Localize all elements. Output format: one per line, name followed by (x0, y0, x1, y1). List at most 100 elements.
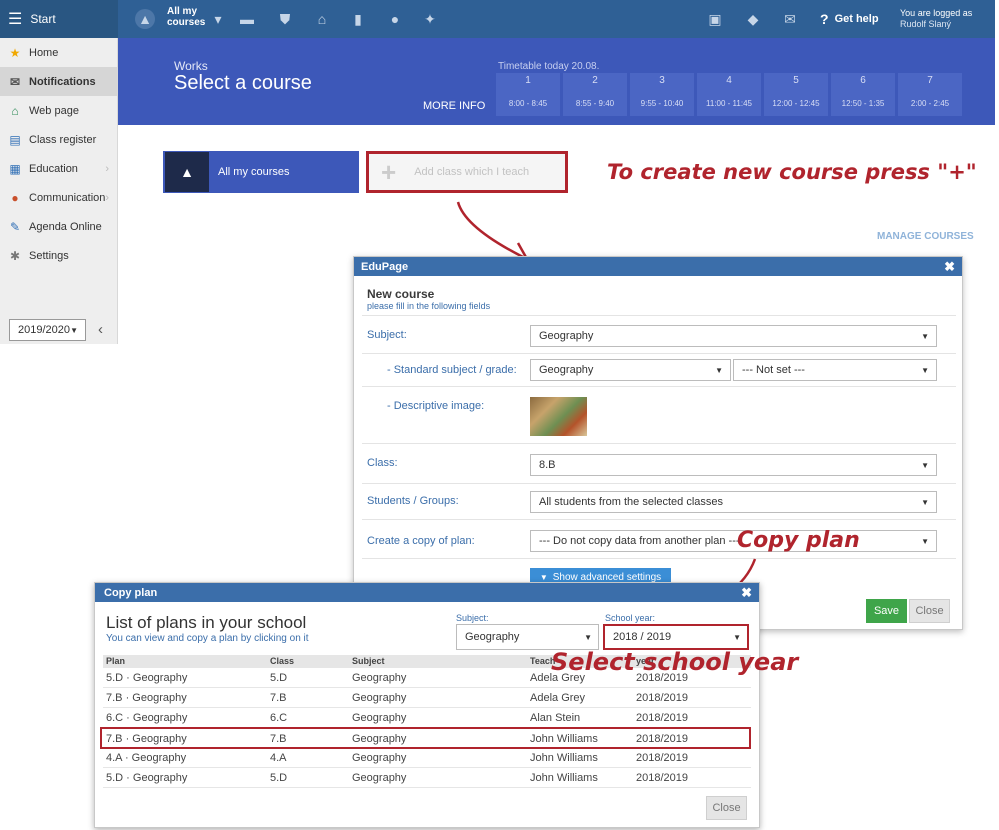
plans-subtitle: You can view and copy a plan by clicking… (106, 633, 309, 644)
close-button[interactable]: Close (909, 599, 950, 623)
grade-select[interactable]: --- Not set --- ▼ (733, 359, 937, 381)
period-time: 2:00 - 2:45 (910, 99, 950, 108)
hiking-icon[interactable]: ✦ (420, 9, 440, 29)
grade-value: --- Not set --- (742, 364, 805, 376)
students-select[interactable]: All students from the selected classes ▼ (530, 491, 937, 513)
school-icon: ▦ (9, 161, 21, 176)
descriptive-image[interactable] (530, 397, 587, 436)
start-menu-button[interactable]: ☰ Start (0, 0, 118, 38)
timetable-period[interactable]: 3 9:55 - 10:40 (630, 73, 694, 116)
timetable-period[interactable]: 1 8:00 - 8:45 (496, 73, 560, 116)
table-row[interactable]: 6.C · Geography 6.C Geography Alan Stein… (103, 708, 751, 728)
period-time: 8:00 - 8:45 (508, 99, 548, 108)
sidebar-item-label: Web page (29, 104, 79, 117)
students-value: All students from the selected classes (539, 496, 724, 508)
annotation-select-school-year: Select school year (551, 648, 799, 676)
plan-cell: 7.B · Geography (106, 692, 187, 704)
manage-courses-link[interactable]: MANAGE COURSES (877, 231, 974, 242)
timetable-period[interactable]: 4 11:00 - 11:45 (697, 73, 761, 116)
copy-plan-label: Create a copy of plan: (367, 535, 475, 547)
teacher-cell: Alan Stein (530, 712, 581, 724)
sidebar-item-class-register[interactable]: ▤ Class register (0, 125, 117, 154)
school-year-filter-select[interactable]: 2018 / 2019 ▼ (603, 624, 749, 650)
hamburger-icon: ☰ (8, 11, 23, 28)
graduation-cap-icon[interactable]: ▲ (135, 9, 155, 29)
divider (362, 443, 956, 444)
plan-cell: 7.B · Geography (106, 733, 187, 745)
teacher-cell: John Williams (530, 772, 598, 784)
divider (362, 519, 956, 520)
subject-cell: Geography (352, 733, 407, 745)
class-select[interactable]: 8.B ▼ (530, 454, 937, 476)
chevron-down-icon[interactable]: ▾ (208, 9, 228, 29)
caret-down-icon: ▼ (921, 331, 929, 341)
dialog-title: Copy plan (104, 586, 158, 599)
caret-down-icon: ▼ (584, 632, 592, 642)
page-header: Works Select a course MORE INFO Timetabl… (118, 38, 995, 125)
year-value: 2019/2020 (18, 324, 70, 336)
period-number: 4 (726, 75, 732, 86)
period-number: 3 (659, 75, 665, 86)
mail-icon[interactable]: ✉ (780, 9, 800, 29)
period-time: 12:00 - 12:45 (772, 99, 820, 108)
institution-icon[interactable]: ⌂ (312, 9, 332, 29)
book-icon: ▤ (9, 132, 21, 147)
table-row[interactable]: 5.D · Geography 5.D Geography John Willi… (103, 768, 751, 788)
chevron-right-icon: › (105, 191, 109, 204)
period-number: 7 (927, 75, 933, 86)
standard-subject-select[interactable]: Geography ▼ (530, 359, 731, 381)
timetable-period[interactable]: 6 12:50 - 1:35 (831, 73, 895, 116)
period-time: 8:55 - 9:40 (575, 99, 615, 108)
all-my-courses-tile[interactable]: ▲ All my courses (163, 151, 359, 193)
year-cell: 2018/2019 (636, 692, 688, 704)
start-label: Start (30, 12, 56, 26)
graduation-cap-icon: ▲ (165, 152, 209, 192)
more-info-link[interactable]: MORE INFO (423, 100, 485, 112)
timetable-period[interactable]: 7 2:00 - 2:45 (898, 73, 962, 116)
year-cell: 2018/2019 (636, 752, 688, 764)
sidebar-item-settings[interactable]: ✱ Settings (0, 241, 117, 270)
screen-icon[interactable]: ▣ (705, 9, 725, 29)
add-class-tile[interactable]: + Add class which I teach (366, 151, 568, 193)
subject-filter-select[interactable]: Geography ▼ (456, 624, 599, 650)
shield-icon[interactable]: ⛊ (275, 9, 295, 29)
table-row[interactable]: 4.A · Geography 4.A Geography John Willi… (103, 748, 751, 768)
table-row[interactable]: 7.B · Geography 7.B Geography Adela Grey… (103, 688, 751, 708)
period-time: 9:55 - 10:40 (640, 99, 684, 108)
briefcase-icon[interactable]: ▬ (237, 9, 257, 29)
close-icon[interactable]: ✖ (944, 259, 955, 275)
bar-chart-icon[interactable]: ▮ (348, 9, 368, 29)
sidebar-item-communication[interactable]: ● Communication › (0, 183, 117, 212)
sidebar-item-label: Notifications (29, 75, 96, 88)
messages-icon[interactable]: ◆ (743, 9, 763, 29)
teacher-cell: Adela Grey (530, 692, 586, 704)
class-cell: 7.B (270, 692, 287, 704)
save-button[interactable]: Save (866, 599, 907, 623)
close-button[interactable]: Close (706, 796, 747, 820)
copy-plan-select[interactable]: --- Do not copy data from another plan -… (530, 530, 937, 552)
plan-cell: 4.A · Geography (106, 752, 187, 764)
caret-down-icon: ▼ (715, 365, 723, 375)
timetable-period[interactable]: 5 12:00 - 12:45 (764, 73, 828, 116)
sidebar-item-education[interactable]: ▦ Education › (0, 154, 117, 183)
logged-user[interactable]: You are logged as Rudolf Slaný (900, 8, 972, 30)
subject-filter-value: Geography (465, 631, 520, 643)
dialog-title: EduPage (361, 260, 409, 273)
dialog-title-bar: Copy plan ✖ (95, 583, 759, 602)
school-year-select[interactable]: 2019/2020 ▼ (9, 319, 86, 341)
sidebar-item-home[interactable]: ★ Home (0, 38, 117, 67)
page-title: Select a course (174, 72, 312, 94)
collapse-sidebar-icon[interactable]: ‹ (98, 321, 103, 338)
timetable-period[interactable]: 2 8:55 - 9:40 (563, 73, 627, 116)
envelope-icon: ✉ (9, 74, 21, 89)
sidebar-item-notifications[interactable]: ✉ Notifications (0, 67, 117, 96)
home-icon: ⌂ (11, 103, 19, 118)
get-help-button[interactable]: ? Get help (820, 0, 879, 38)
close-icon[interactable]: ✖ (741, 585, 752, 601)
table-row-highlighted[interactable]: 7.B · Geography 7.B Geography John Willi… (100, 727, 751, 749)
sidebar-item-web-page[interactable]: ⌂ Web page (0, 96, 117, 125)
subject-select[interactable]: Geography ▼ (530, 325, 937, 347)
badge-icon[interactable]: ● (385, 9, 405, 29)
class-cell: 7.B (270, 733, 287, 745)
sidebar-item-agenda-online[interactable]: ✎ Agenda Online (0, 212, 117, 241)
